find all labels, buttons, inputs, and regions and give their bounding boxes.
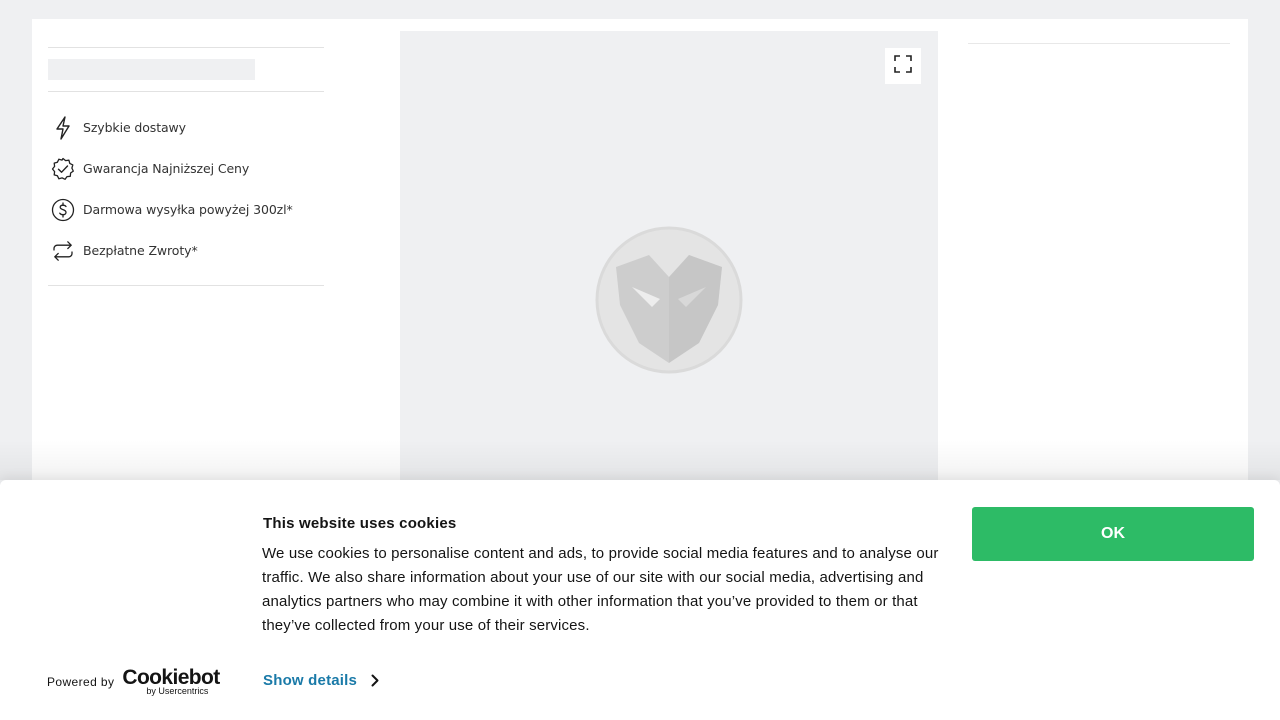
feature-label: Darmowa wysyłka powyżej 300zl* — [83, 202, 293, 217]
fullscreen-button[interactable] — [885, 48, 921, 84]
cookie-title: This website uses cookies — [263, 515, 457, 532]
fullscreen-icon — [893, 54, 913, 79]
feature-free-returns: Bezpłatne Zwroty* — [48, 230, 324, 271]
feature-fast-delivery: Szybkie dostawy — [48, 107, 324, 148]
show-details-label: Show details — [263, 672, 358, 689]
divider — [48, 47, 324, 48]
dollar-circle-icon — [51, 198, 75, 222]
overlay-fade — [0, 440, 1280, 480]
cookie-description: We use cookies to personalise content an… — [262, 545, 939, 634]
features-list: Szybkie dostawy Gwarancja Najniższej Cen… — [48, 107, 324, 271]
feature-lowest-price: Gwarancja Najniższej Ceny — [48, 148, 324, 189]
feature-label: Szybkie dostawy — [83, 120, 186, 135]
return-arrows-icon — [51, 239, 75, 263]
chevron-right-icon — [371, 674, 381, 688]
lightning-icon — [51, 115, 75, 140]
divider — [48, 285, 324, 286]
cookiebot-logo: Cookiebot by Usercentrics — [122, 666, 220, 696]
badge-check-icon — [51, 157, 75, 181]
divider — [968, 43, 1230, 44]
cookie-consent-banner: This website uses cookies We use cookies… — [0, 480, 1280, 720]
feature-label: Gwarancja Najniższej Ceny — [83, 161, 250, 176]
product-image-gallery[interactable] — [400, 31, 938, 511]
feature-free-shipping: Darmowa wysyłka powyżej 300zl* — [48, 189, 324, 230]
ok-button[interactable]: OK — [972, 507, 1254, 561]
divider — [48, 91, 324, 92]
show-details-link[interactable]: Show details — [263, 672, 381, 689]
mask-logo-placeholder-icon — [594, 225, 744, 375]
powered-by-cookiebot[interactable]: Powered by Cookiebot by Usercentrics — [47, 667, 220, 696]
feature-label: Bezpłatne Zwroty* — [83, 243, 198, 258]
powered-by-label: Powered by — [47, 674, 115, 689]
loading-skeleton — [48, 59, 255, 80]
